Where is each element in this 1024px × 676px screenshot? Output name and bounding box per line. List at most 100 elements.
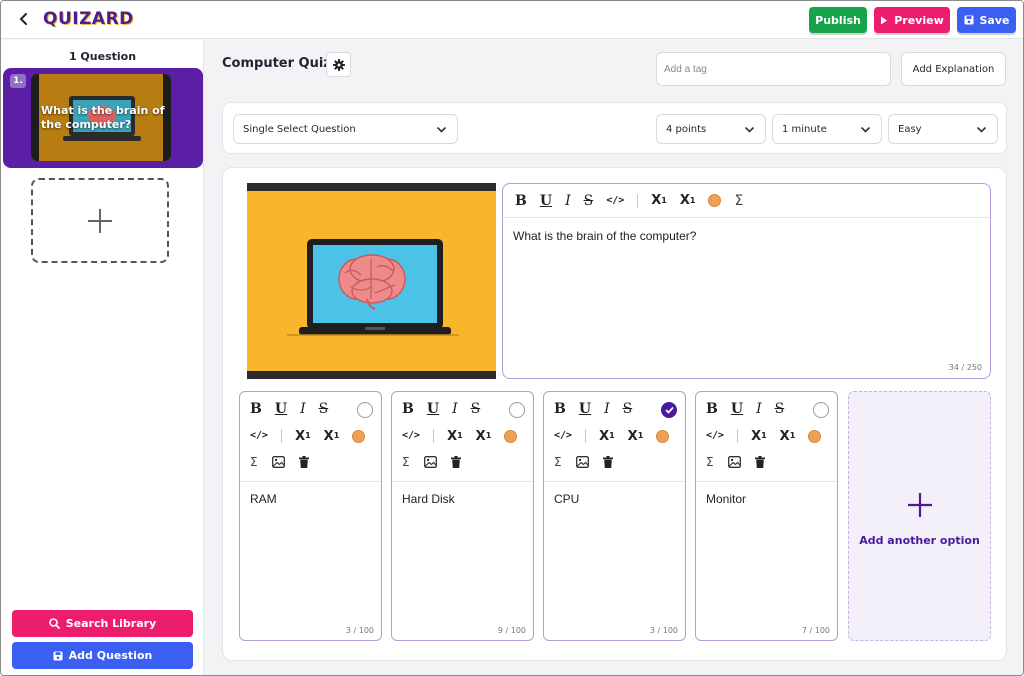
sigma-icon[interactable]: Σ (734, 194, 743, 208)
code-icon[interactable]: </> (402, 431, 420, 441)
time-select[interactable]: 1 minute (772, 114, 882, 144)
subscript-letter: X (651, 193, 662, 208)
code-icon[interactable]: </> (706, 431, 724, 441)
preview-button[interactable]: Preview (874, 7, 950, 33)
italic-button[interactable]: I (756, 402, 762, 416)
add-question-button[interactable]: Add Question (12, 642, 193, 669)
save-button[interactable]: Save (957, 7, 1016, 33)
superscript-button[interactable]: X1 (628, 430, 644, 443)
correct-answer-radio[interactable] (813, 402, 829, 418)
code-icon[interactable]: </> (606, 195, 624, 206)
bold-button[interactable]: B (515, 194, 527, 208)
bold-button[interactable]: B (250, 402, 262, 416)
strikethrough-button[interactable]: S (471, 402, 481, 416)
option-toolbar-row-2: </> X1 X1 (554, 429, 670, 443)
sigma-icon[interactable]: Σ (402, 456, 410, 468)
subscript-letter: X (751, 428, 762, 444)
question-type-value: Single Select Question (243, 123, 356, 135)
difficulty-select[interactable]: Easy (888, 114, 998, 144)
underline-button[interactable]: U (731, 402, 743, 416)
back-button[interactable] (15, 10, 33, 28)
option-card[interactable]: B U I S </> X1 X1 Σ CPU 3 / 100 (543, 391, 686, 641)
underline-button[interactable]: U (579, 402, 591, 416)
correct-answer-radio[interactable] (357, 402, 373, 418)
bold-button[interactable]: B (402, 402, 414, 416)
option-card[interactable]: B U I S </> X1 X1 Σ Monitor 7 / 100 (695, 391, 838, 641)
option-toolbar-row-1: B U I S (402, 402, 480, 416)
trash-icon[interactable] (754, 456, 765, 468)
option-divider (240, 481, 381, 482)
option-toolbar-row-3: Σ (402, 456, 461, 468)
subscript-mark: 1 (305, 431, 311, 440)
option-char-count: 9 / 100 (497, 626, 526, 635)
add-another-option-button[interactable]: Add another option (848, 391, 991, 641)
trash-icon[interactable] (602, 456, 613, 468)
italic-button[interactable]: I (604, 402, 610, 416)
question-sidebar: 1 Question 1. What is the brain of the c… (1, 40, 204, 675)
add-explanation-button[interactable]: Add Explanation (901, 52, 1006, 86)
publish-button[interactable]: Publish (809, 7, 867, 33)
subscript-letter: X (447, 428, 458, 444)
image-icon[interactable] (727, 456, 741, 468)
italic-button[interactable]: I (565, 194, 571, 208)
quiz-settings-button[interactable] (326, 52, 351, 77)
question-editor[interactable]: B U I S </> X1 X1 Σ What is the brain of… (502, 183, 991, 379)
underline-button[interactable]: U (275, 402, 287, 416)
correct-answer-radio[interactable] (509, 402, 525, 418)
points-select[interactable]: 4 points (656, 114, 766, 144)
image-icon[interactable] (271, 456, 285, 468)
gear-icon (332, 58, 345, 71)
underline-button[interactable]: U (427, 402, 439, 416)
trash-icon[interactable] (450, 456, 461, 468)
sigma-icon[interactable]: Σ (250, 456, 258, 468)
trash-icon[interactable] (298, 456, 309, 468)
text-color-picker[interactable] (352, 429, 366, 443)
text-color-picker[interactable] (656, 429, 670, 443)
superscript-button[interactable]: X1 (324, 430, 340, 443)
text-color-picker[interactable] (808, 429, 822, 443)
question-type-select[interactable]: Single Select Question (233, 114, 458, 144)
correct-answer-radio[interactable] (661, 402, 677, 418)
search-icon (48, 618, 60, 629)
underline-button[interactable]: U (540, 194, 552, 208)
text-color-picker[interactable] (708, 194, 722, 207)
strikethrough-button[interactable]: S (584, 194, 594, 208)
italic-button[interactable]: I (300, 402, 306, 416)
bold-button[interactable]: B (706, 402, 718, 416)
subscript-button[interactable]: X1 (651, 194, 667, 207)
chevron-down-icon (744, 126, 755, 133)
question-thumbnail-card[interactable]: 1. What is the brain of the computer? (3, 68, 203, 168)
chevron-left-icon (19, 13, 27, 25)
add-question-slot[interactable] (31, 178, 169, 263)
option-text: Hard Disk (402, 492, 455, 506)
subscript-button[interactable]: X1 (295, 430, 311, 443)
option-card[interactable]: B U I S </> X1 X1 Σ Hard Disk 9 / 100 (391, 391, 534, 641)
subscript-mark: 1 (761, 431, 767, 440)
code-icon[interactable]: </> (250, 431, 268, 441)
chevron-down-icon (976, 126, 987, 133)
option-card[interactable]: B U I S </> X1 X1 Σ RAM 3 / 100 (239, 391, 382, 641)
bold-button[interactable]: B (554, 402, 566, 416)
strikethrough-button[interactable]: S (623, 402, 633, 416)
subscript-button[interactable]: X1 (447, 430, 463, 443)
superscript-mark: 1 (333, 431, 340, 440)
subscript-letter: X (295, 428, 306, 444)
question-image[interactable] (247, 183, 496, 379)
text-color-picker[interactable] (504, 429, 518, 443)
sigma-icon[interactable]: Σ (554, 456, 562, 468)
subscript-mark: 1 (661, 195, 667, 205)
image-icon[interactable] (575, 456, 589, 468)
image-icon[interactable] (423, 456, 437, 468)
strikethrough-button[interactable]: S (775, 402, 785, 416)
sigma-icon[interactable]: Σ (706, 456, 714, 468)
subscript-button[interactable]: X1 (751, 430, 767, 443)
superscript-button[interactable]: X1 (476, 430, 492, 443)
tag-input[interactable] (656, 52, 891, 86)
code-icon[interactable]: </> (554, 431, 572, 441)
search-library-button[interactable]: Search Library (12, 610, 193, 637)
subscript-button[interactable]: X1 (599, 430, 615, 443)
italic-button[interactable]: I (452, 402, 458, 416)
strikethrough-button[interactable]: S (319, 402, 329, 416)
superscript-button[interactable]: X1 (780, 430, 796, 443)
superscript-button[interactable]: X1 (680, 194, 696, 207)
